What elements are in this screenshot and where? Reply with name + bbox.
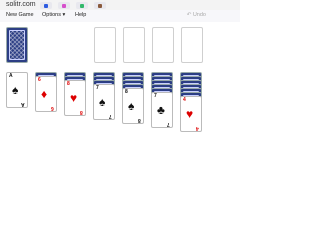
card-suit-icon: ♠ <box>12 83 19 97</box>
card-rank: 8 <box>125 89 128 95</box>
card-rank: 7 <box>154 93 157 99</box>
foundation-4[interactable] <box>181 27 203 63</box>
pink-theme-icon <box>62 3 66 8</box>
new-game-menu[interactable]: New Game <box>6 12 34 18</box>
card-rank: 7 <box>96 85 99 91</box>
brown-theme-icon <box>98 3 102 8</box>
card-rank: A <box>9 73 13 79</box>
card-rank-bottom: 4 <box>196 125 199 131</box>
card-rank: 6 <box>38 77 41 83</box>
blue-theme-icon <box>44 3 48 8</box>
foundation-3[interactable] <box>152 27 174 63</box>
card-rank-bottom: A <box>21 101 25 107</box>
card-suit-icon: ♥ <box>186 107 194 121</box>
green-theme-icon <box>80 3 84 8</box>
card-suit-icon: ♠ <box>99 95 106 109</box>
card-suit-icon: ♦ <box>41 87 48 101</box>
green-theme-button[interactable] <box>76 2 88 9</box>
menu-bar: New Game Options ▾ Help ↶ Undo <box>0 10 240 22</box>
blue-theme-button[interactable] <box>40 2 52 9</box>
card-rank-bottom: 6 <box>51 105 54 111</box>
foundation-2[interactable] <box>123 27 145 63</box>
card-rank-bottom: 8 <box>80 109 83 115</box>
tableau-card-2[interactable]: 6 6 ♦ <box>35 76 57 112</box>
undo-button[interactable]: ↶ Undo <box>187 12 206 18</box>
tableau-card-3[interactable]: 8 8 ♥ <box>64 80 86 116</box>
brown-theme-button[interactable] <box>94 2 106 9</box>
tableau-card-4[interactable]: 7 7 ♠ <box>93 84 115 120</box>
card-suit-icon: ♥ <box>70 91 78 105</box>
card-rank: 8 <box>67 81 70 87</box>
card-rank-bottom: 7 <box>167 121 170 127</box>
top-bar: solitr.com <box>0 0 240 10</box>
stock-pile[interactable] <box>6 27 28 63</box>
tableau-card-7[interactable]: 4 4 ♥ <box>180 96 202 132</box>
card-rank: 4 <box>183 97 186 103</box>
tableau-card-1[interactable]: A A ♠ <box>6 72 28 108</box>
card-rank-bottom: 7 <box>109 113 112 119</box>
tableau-card-5[interactable]: 8 8 ♠ <box>122 88 144 124</box>
options-menu[interactable]: Options ▾ <box>42 12 65 18</box>
foundation-1[interactable] <box>94 27 116 63</box>
card-suit-icon: ♣ <box>157 103 165 117</box>
tableau-card-6[interactable]: 7 7 ♣ <box>151 92 173 128</box>
card-suit-icon: ♠ <box>128 99 135 113</box>
pink-theme-button[interactable] <box>58 2 70 9</box>
help-menu[interactable]: Help <box>75 12 86 18</box>
site-name[interactable]: solitr.com <box>6 1 36 8</box>
card-rank-bottom: 8 <box>138 117 141 123</box>
